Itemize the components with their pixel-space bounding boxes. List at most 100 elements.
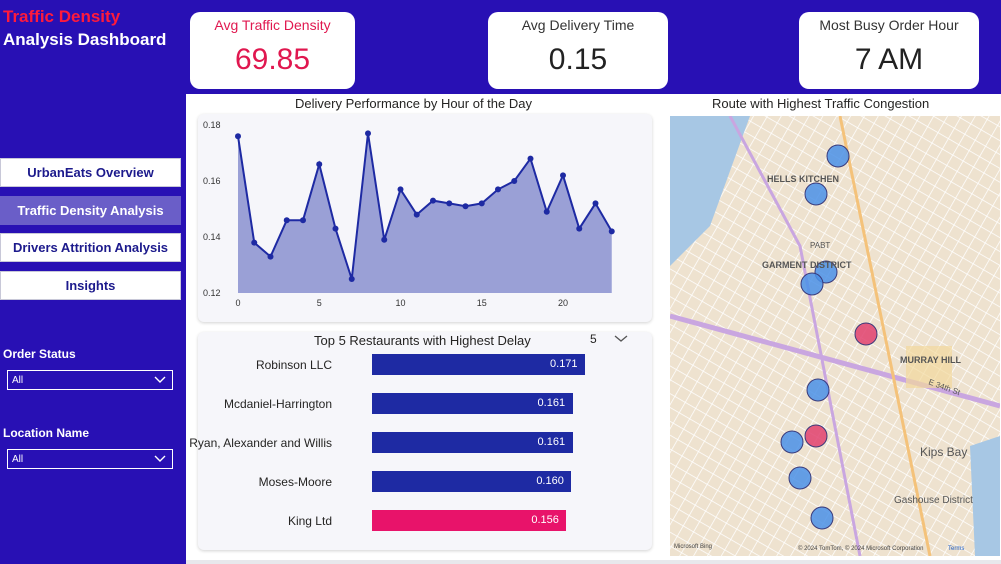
bar-row[interactable]: Ryan, Alexander and Willis 0.161 <box>189 432 618 454</box>
bar-row[interactable]: Mcdaniel-Harrington 0.161 <box>198 393 618 415</box>
nav-traffic-density-analysis[interactable]: Traffic Density Analysis <box>0 196 181 225</box>
map-marker[interactable] <box>800 272 824 296</box>
kpi-label: Most Busy Order Hour <box>819 17 959 33</box>
map-label: MURRAY HILL <box>900 355 962 365</box>
y-tick-label: 0.12 <box>203 288 221 298</box>
bar-value-label: 0.171 <box>550 358 578 370</box>
kpi-card-delivery-time: Avg Delivery Time 0.15 <box>488 12 668 89</box>
map-marker[interactable] <box>804 182 828 206</box>
data-point[interactable] <box>283 217 290 224</box>
data-point[interactable] <box>413 211 420 218</box>
bar-row[interactable]: Robinson LLC 0.171 <box>198 354 618 376</box>
data-point[interactable] <box>576 225 583 232</box>
top-n-value: 5 <box>590 332 597 346</box>
map-terms-link[interactable]: Terms <box>948 546 964 552</box>
line-chart-panel[interactable]: 0.12 0.14 0.16 0.18 0 5 10 15 20 <box>198 114 652 322</box>
data-point[interactable] <box>495 186 501 193</box>
x-tick-label: 15 <box>477 298 487 308</box>
y-tick-label: 0.14 <box>203 232 221 242</box>
page-tabs-strip <box>186 560 1001 564</box>
data-point[interactable] <box>478 200 485 207</box>
bar-row[interactable]: Moses-Moore 0.160 <box>198 471 618 493</box>
bar-row[interactable]: King Ltd 0.156 <box>198 510 618 532</box>
map-marker[interactable] <box>788 466 812 490</box>
chevron-down-icon <box>154 376 166 383</box>
data-point[interactable] <box>527 155 534 162</box>
map-label: Gashouse District <box>894 495 973 506</box>
map-canvas: HELLS KITCHEN GARMENT DISTRICT PABT MURR… <box>670 116 1000 556</box>
series-area <box>238 133 612 293</box>
map-marker[interactable] <box>804 424 828 448</box>
data-point[interactable] <box>365 130 371 137</box>
kpi-card-busy-hour: Most Busy Order Hour 7 AM <box>799 12 979 89</box>
data-point[interactable] <box>267 253 274 260</box>
bar-category-label: King Ltd <box>287 514 332 528</box>
order-status-label: Order Status <box>3 347 76 361</box>
y-tick-label: 0.18 <box>203 120 221 130</box>
data-point[interactable] <box>608 228 615 235</box>
delivery-performance-chart: 0.12 0.14 0.16 0.18 0 5 10 15 20 <box>203 120 615 308</box>
data-point[interactable] <box>235 133 241 140</box>
kpi-label: Avg Delivery Time <box>521 17 635 33</box>
chevron-down-icon <box>614 335 628 342</box>
bar-chart-panel[interactable]: Top 5 Restaurants with Highest Delay 5 R… <box>189 332 652 550</box>
x-tick-label: 0 <box>235 298 240 308</box>
x-tick-label: 5 <box>317 298 322 308</box>
sidebar: Traffic Density Analysis Dashboard Urban… <box>0 0 186 564</box>
map-marker[interactable] <box>826 144 850 168</box>
map-marker[interactable] <box>810 506 834 530</box>
kpi-value: 7 AM <box>854 43 924 76</box>
line-chart-title: Delivery Performance by Hour of the Day <box>295 96 532 111</box>
x-tick-label: 10 <box>395 298 405 308</box>
dashboard-title-line2: Analysis Dashboard <box>3 30 167 49</box>
bar-chart-title: Top 5 Restaurants with Highest Delay <box>314 333 531 348</box>
dashboard-title-line1: Traffic Density <box>3 7 121 26</box>
water-area <box>970 436 1000 556</box>
data-point[interactable] <box>300 217 306 224</box>
location-name-dropdown[interactable]: All <box>7 449 173 469</box>
map-attribution: © 2024 TomTom, © 2024 Microsoft Corporat… <box>798 545 923 552</box>
data-point[interactable] <box>462 203 469 210</box>
kpi-value: 69.85 <box>234 43 311 76</box>
bar-value-label: 0.156 <box>531 514 559 526</box>
bar-value-label: 0.161 <box>537 397 566 409</box>
kpi-card-traffic-density: Avg Traffic Density 69.85 <box>190 12 355 89</box>
top-n-selector[interactable]: 5 <box>590 332 628 346</box>
y-tick-label: 0.16 <box>203 176 221 186</box>
report-canvas: Delivery Performance by Hour of the Day … <box>186 94 1001 564</box>
bar-category-label: Robinson LLC <box>255 358 332 372</box>
location-name-label: Location Name <box>3 426 90 440</box>
bing-logo: Microsoft Bing <box>674 544 712 550</box>
map-marker[interactable] <box>780 430 804 454</box>
nav-drivers-attrition-analysis[interactable]: Drivers Attrition Analysis <box>0 233 181 262</box>
data-point[interactable] <box>446 200 453 207</box>
nav-urbaneats-overview[interactable]: UrbanEats Overview <box>0 158 181 187</box>
map-title: Route with Highest Traffic Congestion <box>712 96 930 111</box>
data-point[interactable] <box>430 197 436 204</box>
data-point[interactable] <box>348 276 355 282</box>
bar-category-label: Mcdaniel-Harrington <box>223 397 332 411</box>
data-point[interactable] <box>560 172 566 179</box>
map-marker[interactable] <box>854 322 878 346</box>
data-point[interactable] <box>381 236 388 243</box>
data-point[interactable] <box>251 239 258 246</box>
data-point[interactable] <box>397 186 404 193</box>
data-point[interactable] <box>332 225 339 232</box>
bar-value-label: 0.161 <box>537 436 566 448</box>
bar-value-label: 0.160 <box>536 475 564 487</box>
map-marker[interactable] <box>806 378 830 402</box>
map-visual[interactable]: HELLS KITCHEN GARMENT DISTRICT PABT MURR… <box>670 116 1000 556</box>
order-status-dropdown[interactable]: All <box>7 370 173 390</box>
nav-insights[interactable]: Insights <box>0 271 181 300</box>
data-point[interactable] <box>543 208 550 215</box>
kpi-value: 0.15 <box>548 43 608 76</box>
bar-category-label: Ryan, Alexander and Willis <box>189 436 332 450</box>
order-status-value: All <box>12 374 24 386</box>
map-label: PABT <box>810 241 830 250</box>
data-point[interactable] <box>511 178 518 184</box>
bar-category-label: Moses-Moore <box>258 475 332 489</box>
data-point[interactable] <box>316 161 323 168</box>
data-point[interactable] <box>592 200 599 207</box>
kpi-label: Avg Traffic Density <box>214 17 331 33</box>
location-name-value: All <box>12 453 24 465</box>
